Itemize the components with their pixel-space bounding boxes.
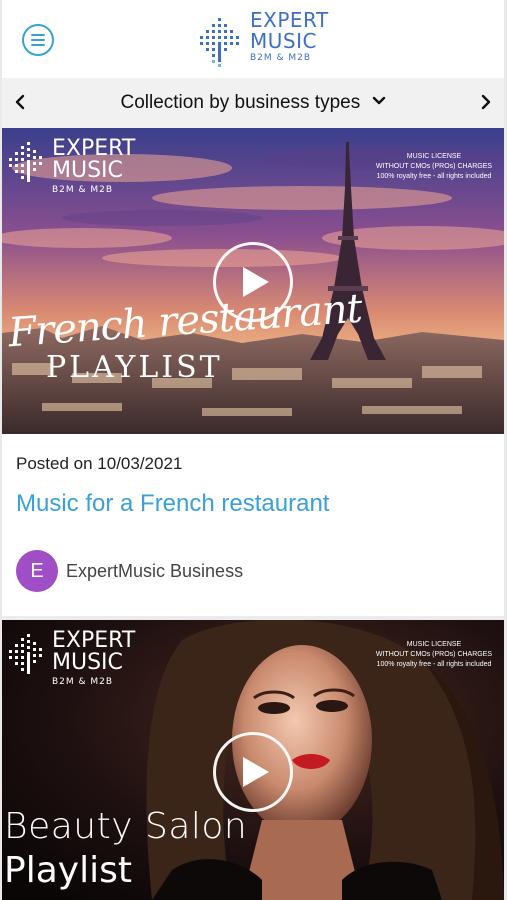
- license-notice: MUSIC LICENSE WITHOUT CMOs (PROs) CHARGE…: [364, 640, 504, 670]
- play-icon: [243, 757, 269, 787]
- license-line-2: WITHOUT CMOs (PROs) CHARGES: [375, 651, 493, 659]
- license-line-1: MUSIC LICENSE: [406, 153, 462, 160]
- overlay-subtitle: PLAYLIST: [46, 350, 223, 385]
- author-name: ExpertMusic Business: [66, 560, 244, 581]
- overlay-subtitle: Playlist: [4, 850, 132, 891]
- license-line-2: WITHOUT CMOs (PROs) CHARGES: [375, 163, 493, 171]
- category-bar: Collection by business types: [2, 78, 504, 128]
- logo-line-3: B2M & M2B: [250, 53, 312, 63]
- license-line-1: MUSIC LICENSE: [406, 641, 462, 648]
- post-thumbnail-french-restaurant[interactable]: EXPERT MUSIC B2M & M2B MUSIC LICENSE WIT…: [2, 128, 504, 434]
- menu-icon[interactable]: [22, 24, 54, 56]
- chevron-right-icon[interactable]: [474, 90, 498, 114]
- play-button[interactable]: [213, 242, 293, 322]
- brand-line-3: B2M & M2B: [52, 677, 114, 687]
- brand-bars-icon: [9, 634, 42, 674]
- license-line-3: 100% royalty free - all rights included: [376, 661, 492, 669]
- logo-bars-icon: [200, 18, 239, 67]
- category-title: Collection by business types: [120, 92, 361, 113]
- app-screen: EXPERT MUSIC B2M & M2B Collection by bus…: [2, 0, 504, 900]
- post-title-link[interactable]: Music for a French restaurant: [16, 490, 329, 518]
- brand-line-1: EXPERT: [52, 136, 136, 161]
- logo-line-1: EXPERT: [250, 8, 329, 32]
- expert-music-logo[interactable]: EXPERT MUSIC B2M & M2B: [198, 8, 328, 72]
- play-icon: [243, 267, 269, 297]
- play-button[interactable]: [213, 732, 293, 812]
- brand-line-3: B2M & M2B: [52, 185, 114, 195]
- avatar: E: [16, 550, 58, 592]
- post-info: Posted on 10/03/2021 Music for a French …: [2, 434, 504, 620]
- brand-line-2: MUSIC: [52, 158, 123, 183]
- category-dropdown[interactable]: Collection by business types: [2, 92, 504, 114]
- chevron-down-icon: [372, 97, 385, 105]
- brand-bars-icon: [9, 142, 42, 182]
- post-date: Posted on 10/03/2021: [16, 454, 183, 473]
- brand-line-1: EXPERT: [52, 628, 136, 653]
- post-thumbnail-beauty-salon[interactable]: EXPERT MUSIC B2M & M2B MUSIC LICENSE WIT…: [2, 620, 504, 900]
- license-line-3: 100% royalty free - all rights included: [376, 173, 492, 181]
- logo-line-2: MUSIC: [250, 29, 317, 53]
- overlay-title: Beauty Salon: [4, 806, 248, 847]
- header: EXPERT MUSIC B2M & M2B: [2, 0, 504, 78]
- brand-line-2: MUSIC: [52, 650, 123, 675]
- logo-text: EXPERT MUSIC B2M & M2B: [250, 10, 329, 63]
- license-notice: MUSIC LICENSE WITHOUT CMOs (PROs) CHARGE…: [364, 152, 504, 182]
- post-author[interactable]: E ExpertMusic Business: [16, 550, 243, 592]
